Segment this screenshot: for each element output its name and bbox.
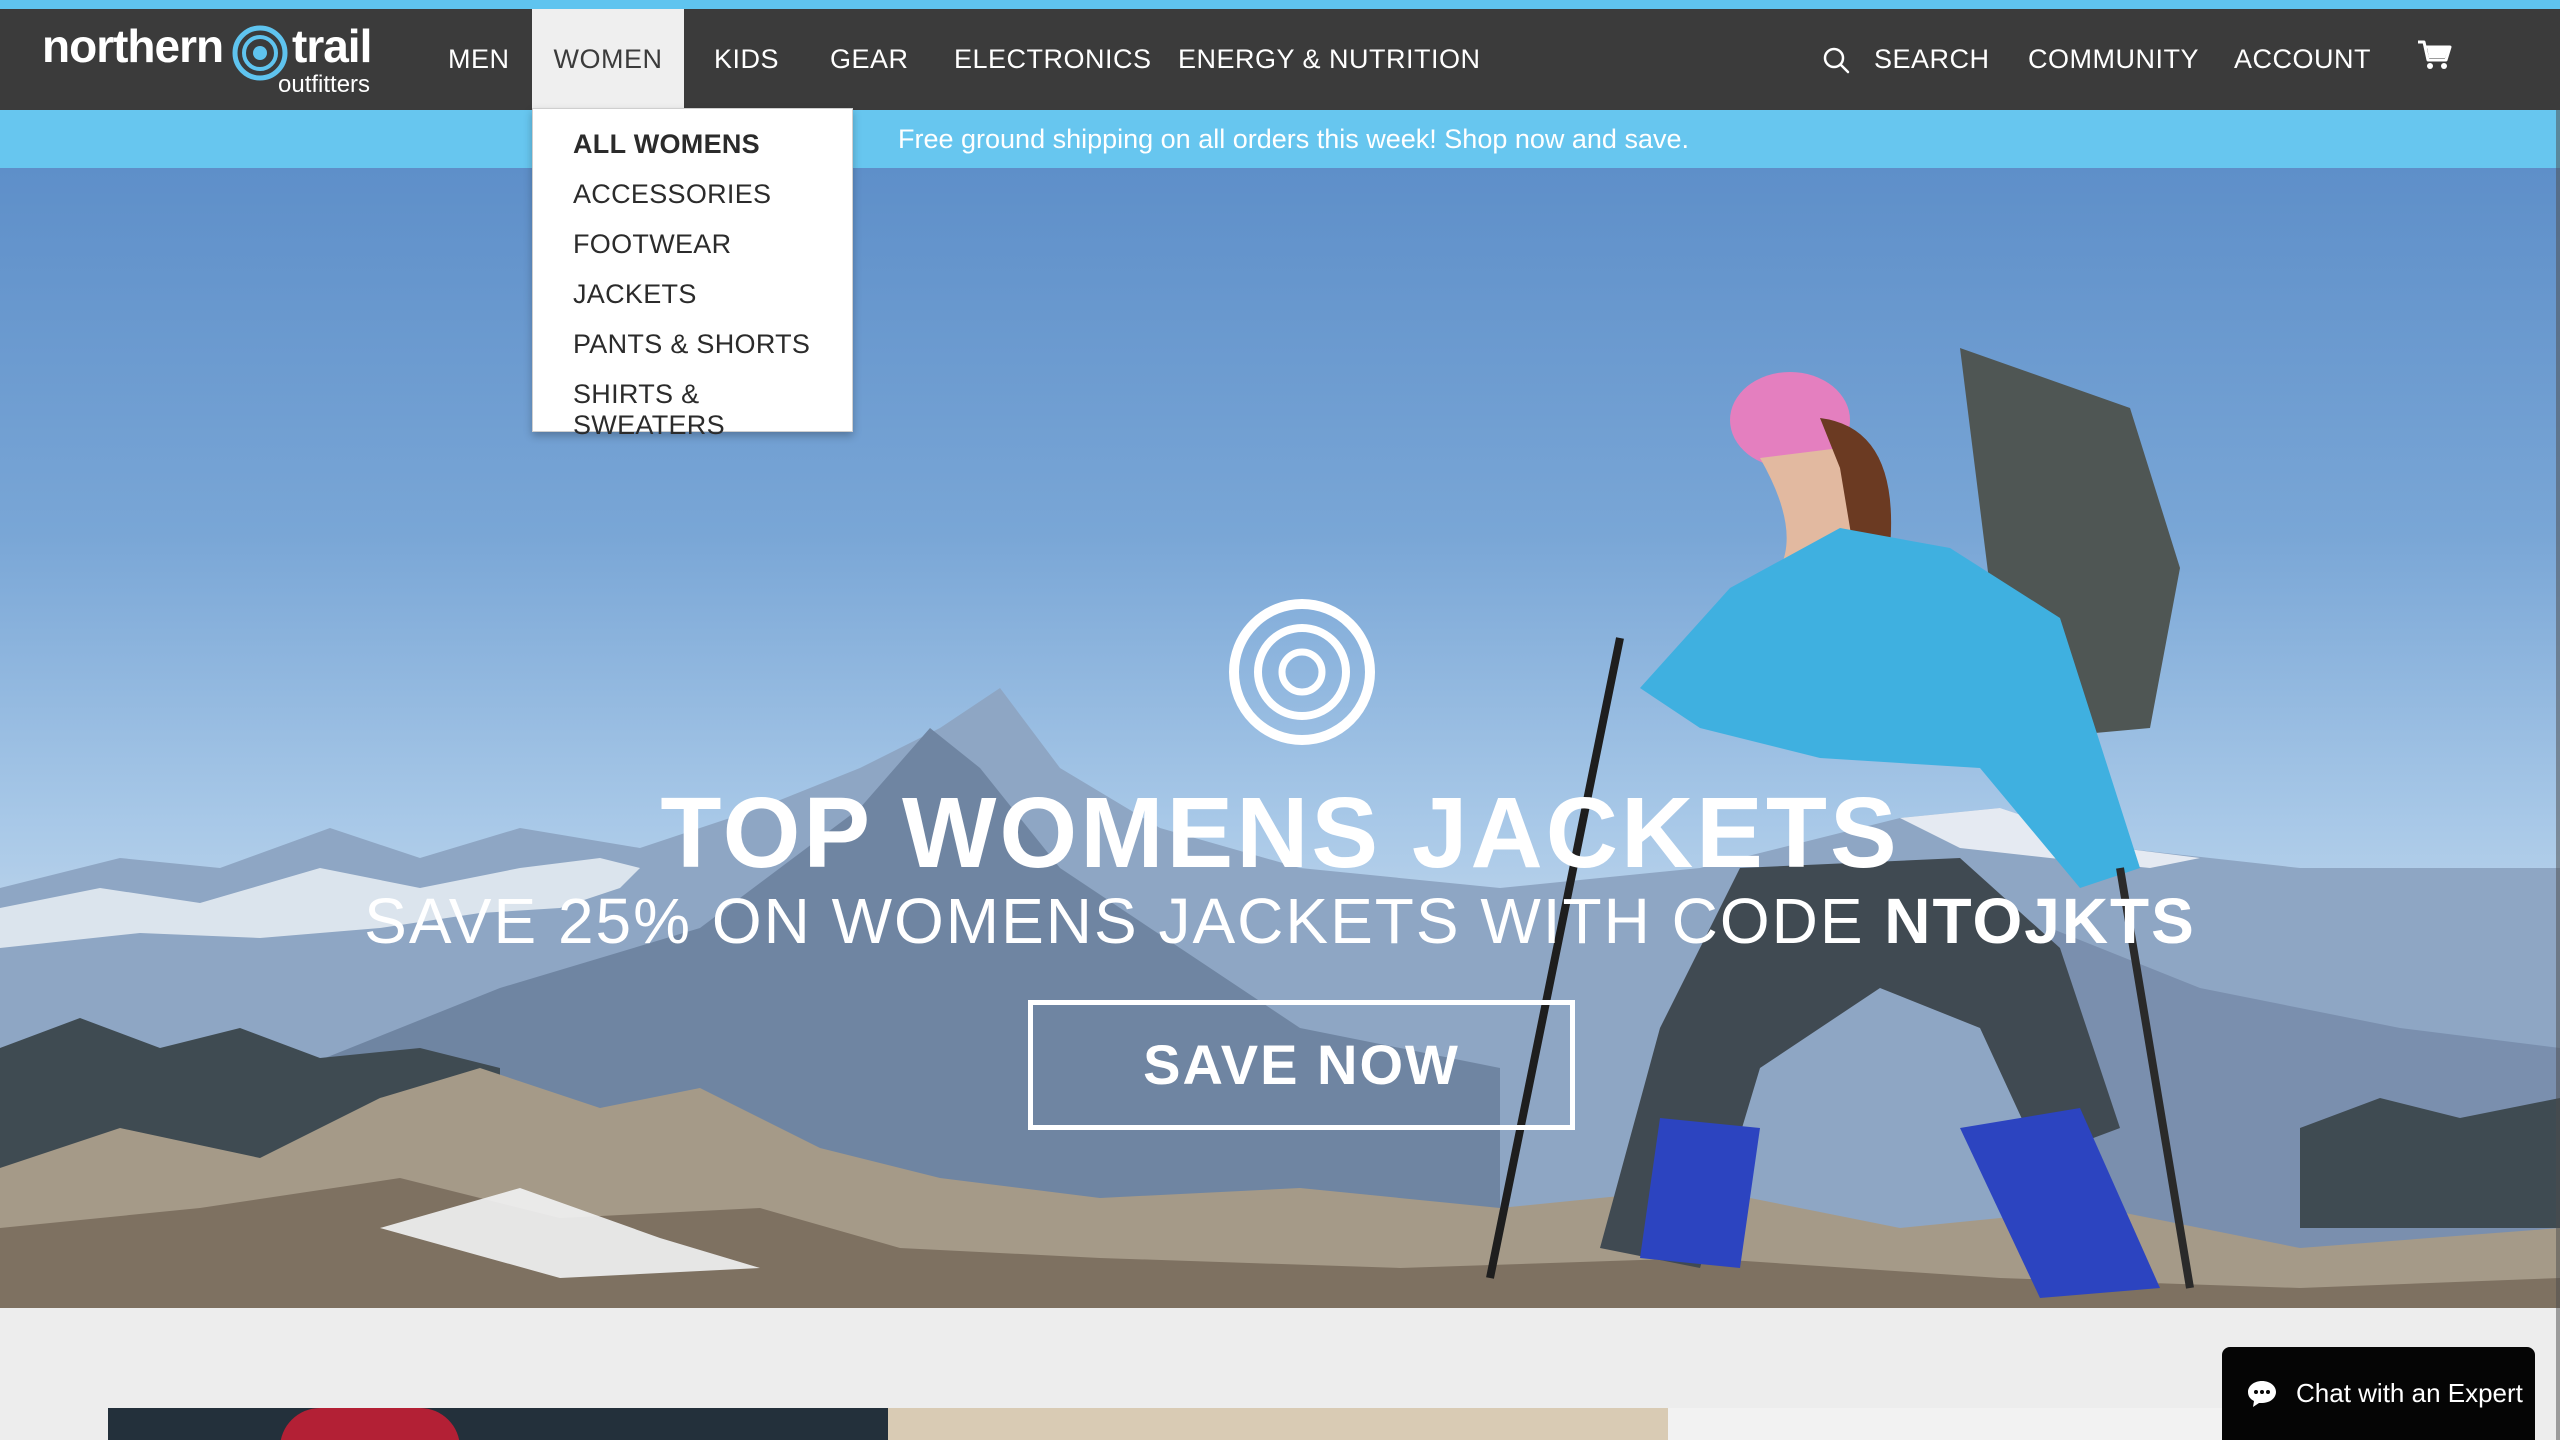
product-tiles-section	[0, 1308, 2560, 1440]
search-label: SEARCH	[1874, 44, 1990, 74]
dropdown-item-all-womens[interactable]: ALL WOMENS	[573, 129, 760, 160]
chat-bubble-icon	[2248, 1381, 2276, 1407]
chat-with-expert-button[interactable]: Chat with an Expert	[2222, 1347, 2535, 1440]
promo-banner: Free ground shipping on all orders this …	[0, 110, 2560, 168]
logo-text-outfitters: outfitters	[278, 71, 371, 98]
nav-item-kids[interactable]: KIDS	[714, 9, 779, 110]
nav-item-women[interactable]: WOMEN	[532, 9, 684, 110]
cart-button[interactable]	[2416, 9, 2456, 110]
hero-title: TOP WOMENS JACKETS	[660, 777, 1900, 889]
dropdown-item-pants-shorts[interactable]: PANTS & SHORTS	[573, 329, 810, 360]
logo-text-northern: northern	[42, 20, 224, 72]
nav-item-electronics[interactable]: ELECTRONICS	[954, 9, 1152, 110]
hero-banner: TOP WOMENS JACKETS SAVE 25% ON WOMENS JA…	[0, 168, 2560, 1308]
search-icon	[1823, 47, 1850, 74]
hero-subtitle-text: SAVE 25% ON WOMENS JACKETS WITH CODE	[364, 885, 1885, 957]
tile-image-detail	[280, 1408, 460, 1440]
hero-logo-icon	[1229, 599, 1375, 745]
top-accent-bar	[0, 0, 2560, 9]
promo-text[interactable]: Free ground shipping on all orders this …	[898, 110, 1689, 168]
women-dropdown-menu: ALL WOMENS ACCESSORIES FOOTWEAR JACKETS …	[532, 108, 853, 440]
hero-subtitle: SAVE 25% ON WOMENS JACKETS WITH CODE NTO…	[0, 884, 2560, 958]
nav-item-men[interactable]: MEN	[448, 9, 510, 110]
brand-logo[interactable]: northern trail outfitters	[42, 19, 382, 101]
logo-text-trail: trail	[292, 20, 372, 72]
nav-item-account[interactable]: ACCOUNT	[2234, 9, 2371, 110]
nav-item-community[interactable]: COMMUNITY	[2028, 9, 2199, 110]
cart-icon	[2418, 40, 2452, 69]
dropdown-item-accessories[interactable]: ACCESSORIES	[573, 179, 771, 210]
dropdown-item-jackets[interactable]: JACKETS	[573, 279, 697, 310]
product-tile[interactable]	[108, 1408, 888, 1440]
product-tile[interactable]	[1668, 1408, 2228, 1440]
main-navigation: northern trail outfitters MEN WOMEN KIDS…	[0, 9, 2560, 110]
window-edge	[2556, 110, 2560, 1440]
dropdown-item-footwear[interactable]: FOOTWEAR	[573, 229, 731, 260]
promo-code: NTOJKTS	[1884, 885, 2196, 957]
save-now-button[interactable]: SAVE NOW	[1028, 1000, 1575, 1130]
product-tile[interactable]	[888, 1408, 1668, 1440]
dropdown-item-shirts-sweaters[interactable]: SHIRTS & SWEATERS	[573, 379, 852, 441]
nav-item-energy-nutrition[interactable]: ENERGY & NUTRITION	[1178, 9, 1481, 110]
nav-item-gear[interactable]: GEAR	[830, 9, 909, 110]
chat-label: Chat with an Expert	[2296, 1378, 2523, 1408]
